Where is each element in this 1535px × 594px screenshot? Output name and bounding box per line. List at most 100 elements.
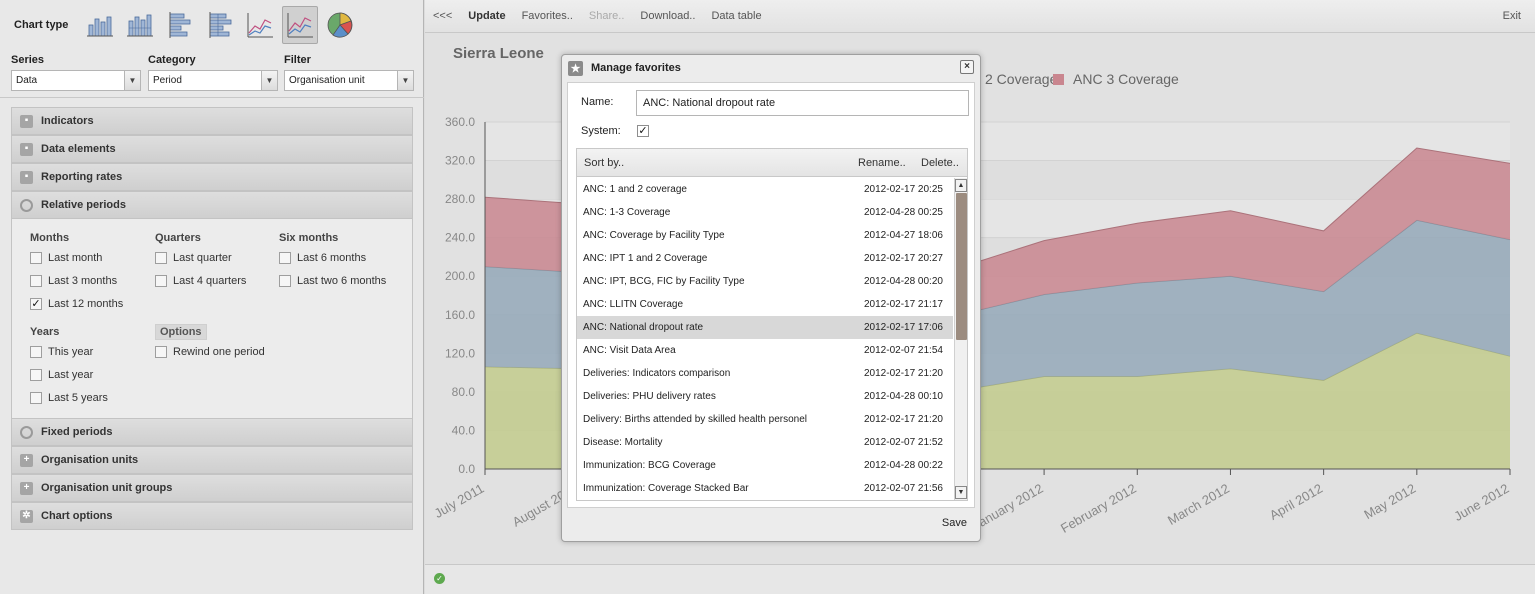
chevron-down-icon[interactable]: ▼	[397, 71, 413, 90]
line-chart-button[interactable]	[242, 6, 278, 44]
months-heading: Months	[30, 232, 70, 244]
scrollbar-thumb[interactable]	[956, 193, 967, 340]
category-label: Category	[148, 54, 196, 66]
list-item[interactable]: ANC: 1-3 Coverage 2012-04-28 00:25	[577, 201, 953, 224]
list-item[interactable]: Deliveries: Indicators comparison 2012-02…	[577, 362, 953, 385]
accordion-label: Organisation units	[41, 454, 139, 466]
y-tick-label: 320.0	[445, 154, 475, 168]
accordion-relative-periods[interactable]: Relative periods	[11, 191, 413, 219]
scrollbar[interactable]: ▲ ▼	[954, 178, 967, 500]
this-year-checkbox[interactable]: This year	[30, 346, 93, 358]
accordion-organisation-units[interactable]: + Organisation units	[11, 446, 413, 474]
share-button[interactable]: Share..	[589, 10, 624, 22]
checkmark-icon[interactable]: ✓	[30, 298, 42, 310]
scroll-up-icon[interactable]: ▲	[955, 179, 967, 192]
stacked-column-chart-button[interactable]	[122, 6, 158, 44]
chevron-down-icon[interactable]: ▼	[261, 71, 277, 90]
series-select[interactable]: Data ▼	[11, 70, 141, 91]
stacked-bar-chart-icon	[209, 12, 232, 38]
list-item[interactable]: ANC: Visit Data Area 2012-02-07 21:54	[577, 339, 953, 362]
rewind-one-period-checkbox[interactable]: Rewind one period	[155, 346, 265, 358]
accordion-indicators[interactable]: ▪ Indicators	[11, 107, 413, 135]
list-item[interactable]: ANC: National dropout rate 2012-02-17 17:…	[577, 316, 953, 339]
accordion-organisation-unit-groups[interactable]: + Organisation unit groups	[11, 474, 413, 502]
filter-label: Filter	[284, 54, 311, 66]
system-checkbox[interactable]: ✓	[637, 125, 649, 137]
list-item[interactable]: Immunization: BCG Coverage 2012-04-28 00:…	[577, 454, 953, 477]
accordion-reporting-rates[interactable]: ▪ Reporting rates	[11, 163, 413, 191]
favorite-name: ANC: IPT, BCG, FIC by Facility Type	[583, 276, 745, 287]
list-item[interactable]: Delivery: Births attended by skilled hea…	[577, 408, 953, 431]
collapse-button[interactable]: <<<	[433, 10, 452, 22]
checkbox-box[interactable]	[155, 346, 167, 358]
save-button[interactable]: Save	[942, 517, 967, 529]
checkbox-box[interactable]	[30, 369, 42, 381]
list-item[interactable]: Disease: Mortality 2012-02-07 21:52	[577, 431, 953, 454]
close-button[interactable]: ×	[960, 60, 974, 74]
sort-by-button[interactable]: Sort by..	[584, 157, 624, 169]
list-item[interactable]: ANC: IPT, BCG, FIC by Facility Type 2012-…	[577, 270, 953, 293]
y-tick-label: 200.0	[445, 269, 475, 283]
chart-type-label: Chart type	[14, 19, 69, 31]
stacked-bar-chart-button[interactable]	[202, 6, 238, 44]
delete-button[interactable]: Delete..	[921, 157, 959, 169]
favorite-name: ANC: LLITN Coverage	[583, 299, 684, 310]
area-chart-button[interactable]	[282, 6, 319, 44]
list-item[interactable]: ANC: LLITN Coverage 2012-02-17 21:17	[577, 293, 953, 316]
favorite-name: ANC: IPT 1 and 2 Coverage	[583, 253, 708, 264]
list-item[interactable]: ANC: Coverage by Facility Type 2012-04-27…	[577, 224, 953, 247]
dimension-selectors: Series Data ▼ Category Period ▼ Filter Org…	[11, 54, 415, 94]
clock-icon	[20, 425, 33, 439]
last-year-checkbox[interactable]: Last year	[30, 369, 93, 381]
accordion-chart-options[interactable]: ✲ Chart options	[11, 502, 413, 530]
last-6-months-checkbox[interactable]: Last 6 months	[279, 252, 366, 264]
favorites-list: ANC: 1 and 2 coverage 2012-02-17 20:25 ANC…	[577, 178, 953, 500]
download-button[interactable]: Download..	[640, 10, 695, 22]
name-input[interactable]	[636, 90, 969, 116]
checkbox-box[interactable]	[279, 275, 291, 287]
checkbox-box[interactable]	[30, 392, 42, 404]
top-toolbar: <<< Update Favorites.. Share.. Download.…	[425, 0, 1535, 33]
list-item[interactable]: ANC: IPT 1 and 2 Coverage 2012-02-17 20:2…	[577, 247, 953, 270]
checkbox-box[interactable]	[30, 275, 42, 287]
checkbox-box[interactable]	[30, 252, 42, 264]
accordion-data-elements[interactable]: ▪ Data elements	[11, 135, 413, 163]
favorite-date: 2012-02-17 21:17	[864, 299, 943, 310]
chart-type-toolbar: Chart type	[0, 0, 424, 50]
update-button[interactable]: Update	[468, 10, 505, 22]
last-12-months-checkbox[interactable]: ✓ Last 12 months	[30, 298, 123, 310]
last-month-checkbox[interactable]: Last month	[30, 252, 102, 264]
list-item[interactable]: ANC: 1 and 2 coverage 2012-02-17 20:25	[577, 178, 953, 201]
star-icon: ★	[568, 60, 583, 76]
chevron-down-icon[interactable]: ▼	[124, 71, 140, 90]
series-selector: Series Data ▼	[11, 54, 141, 91]
accordion-fixed-periods[interactable]: Fixed periods	[11, 418, 413, 446]
last-4-quarters-checkbox[interactable]: Last 4 quarters	[155, 275, 246, 287]
bar-chart-button[interactable]	[162, 6, 198, 44]
checkbox-box[interactable]	[30, 346, 42, 358]
data-table-button[interactable]: Data table	[711, 10, 761, 22]
last-two-6-months-checkbox[interactable]: Last two 6 months	[279, 275, 386, 287]
last-3-months-checkbox[interactable]: Last 3 months	[30, 275, 117, 287]
checkbox-box[interactable]	[279, 252, 291, 264]
y-tick-label: 160.0	[445, 308, 475, 322]
scroll-down-icon[interactable]: ▼	[955, 486, 967, 499]
rename-button[interactable]: Rename..	[858, 157, 906, 169]
pie-chart-button[interactable]	[322, 6, 358, 44]
check-circle-icon: ✓	[434, 573, 445, 584]
column-chart-button[interactable]	[82, 6, 118, 44]
checkbox-box[interactable]	[155, 275, 167, 287]
last-5-years-checkbox[interactable]: Last 5 years	[30, 392, 108, 404]
chart-title: Sierra Leone	[453, 45, 544, 62]
checkbox-box[interactable]	[155, 252, 167, 264]
checkbox-label: Last 5 years	[48, 392, 108, 404]
last-quarter-checkbox[interactable]: Last quarter	[155, 252, 232, 264]
favorite-date: 2012-02-17 17:06	[864, 322, 943, 333]
list-item[interactable]: Deliveries: PHU delivery rates 2012-04-28…	[577, 385, 953, 408]
checkbox-label: Last 12 months	[48, 298, 124, 310]
exit-button[interactable]: Exit	[1503, 10, 1521, 22]
list-item[interactable]: Immunization: Coverage Stacked Bar 2012-0…	[577, 477, 953, 500]
filter-select[interactable]: Organisation unit ▼	[284, 70, 414, 91]
favorites-button[interactable]: Favorites..	[522, 10, 573, 22]
category-select[interactable]: Period ▼	[148, 70, 278, 91]
